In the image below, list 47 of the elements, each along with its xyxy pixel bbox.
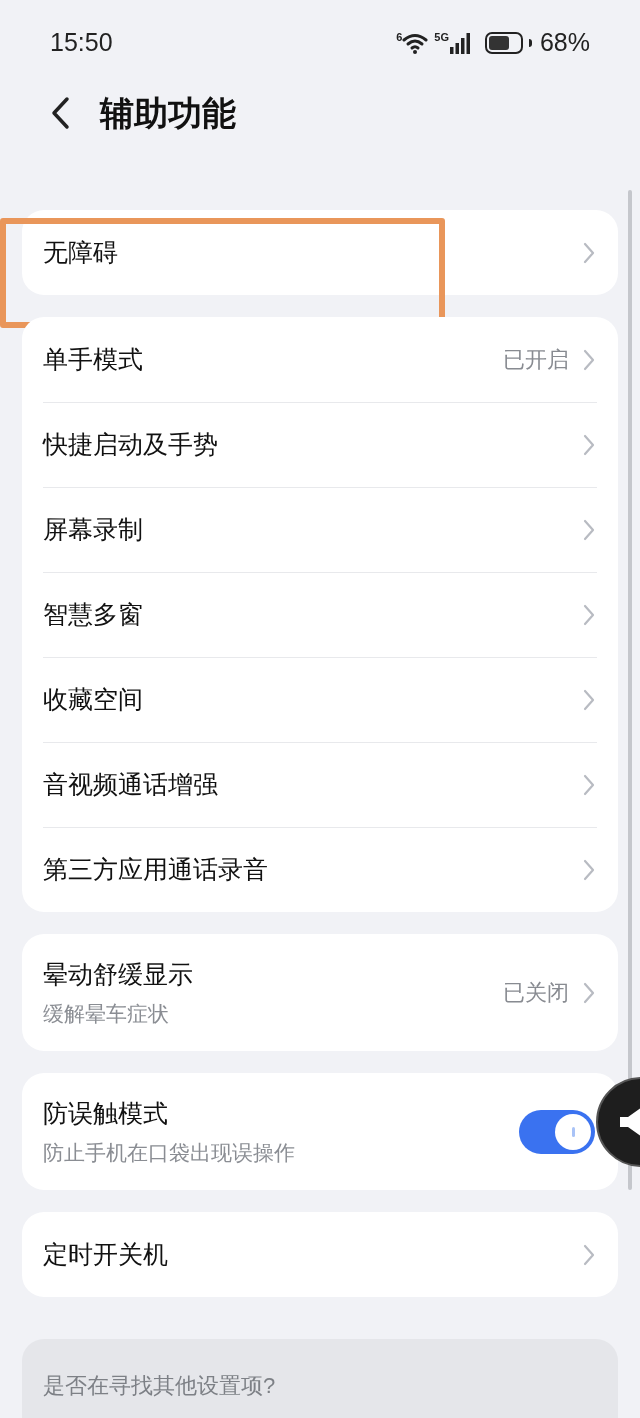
row-title: 定时开关机 bbox=[43, 1238, 169, 1270]
chevron-right-icon bbox=[583, 241, 595, 264]
row-title: 无障碍 bbox=[43, 236, 119, 268]
row-title: 屏幕录制 bbox=[43, 514, 144, 546]
settings-row[interactable]: 防误触模式 防止手机在口袋出现误操作 bbox=[43, 1073, 597, 1190]
chevron-right-icon bbox=[583, 519, 595, 541]
network-label: 5G bbox=[434, 32, 449, 43]
page-title: 辅助功能 bbox=[100, 92, 236, 134]
row-value: 已关闭 bbox=[503, 979, 569, 1007]
settings-row[interactable]: 单手模式 已开启 bbox=[43, 317, 597, 402]
row-value: 已开启 bbox=[503, 346, 569, 374]
speaker-icon bbox=[620, 1107, 640, 1137]
row-title: 音视频通话增强 bbox=[43, 769, 219, 801]
settings-row[interactable]: 屏幕录制 bbox=[43, 487, 597, 572]
chevron-right-icon bbox=[583, 689, 595, 711]
settings-row[interactable]: 智慧多窗 bbox=[43, 572, 597, 657]
row-title: 防误触模式 bbox=[43, 1098, 169, 1129]
settings-row[interactable]: 晕动舒缓显示 缓解晕车症状 已关闭 bbox=[43, 934, 597, 1051]
chevron-right-icon bbox=[583, 774, 595, 796]
signal-icon bbox=[448, 32, 471, 54]
settings-row[interactable]: 第三方应用通话录音 bbox=[43, 827, 597, 912]
row-title: 收藏空间 bbox=[43, 684, 144, 716]
row-title: 第三方应用通话录音 bbox=[43, 854, 269, 886]
settings-row[interactable]: 无障碍 bbox=[43, 210, 597, 295]
chevron-right-icon bbox=[583, 981, 595, 1004]
row-title: 智慧多窗 bbox=[43, 599, 144, 631]
row-title: 单手模式 bbox=[43, 343, 144, 375]
battery-percentage: 68% bbox=[539, 27, 590, 59]
row-subtitle: 防止手机在口袋出现误操作 bbox=[43, 1139, 296, 1166]
chevron-right-icon bbox=[583, 604, 595, 626]
toggle-switch[interactable] bbox=[519, 1109, 595, 1154]
chevron-right-icon bbox=[583, 348, 595, 371]
status-time: 15:50 bbox=[50, 27, 113, 59]
settings-row[interactable]: 定时开关机 bbox=[43, 1212, 597, 1297]
footer-prompt: 是否在寻找其他设置项? bbox=[43, 1373, 276, 1398]
settings-row[interactable]: 音视频通话增强 bbox=[43, 742, 597, 827]
battery-icon bbox=[484, 32, 523, 54]
chevron-right-icon bbox=[583, 1243, 595, 1266]
chevron-right-icon bbox=[583, 434, 595, 456]
wifi-icon bbox=[402, 32, 429, 54]
row-subtitle: 缓解晕车症状 bbox=[43, 1000, 170, 1027]
row-title: 晕动舒缓显示 bbox=[43, 959, 194, 990]
row-title: 快捷启动及手势 bbox=[43, 429, 219, 461]
settings-row[interactable]: 快捷启动及手势 bbox=[43, 402, 597, 487]
wifi-label: 6 bbox=[396, 32, 403, 43]
chevron-right-icon bbox=[583, 859, 595, 881]
settings-row[interactable]: 收藏空间 bbox=[43, 657, 597, 742]
